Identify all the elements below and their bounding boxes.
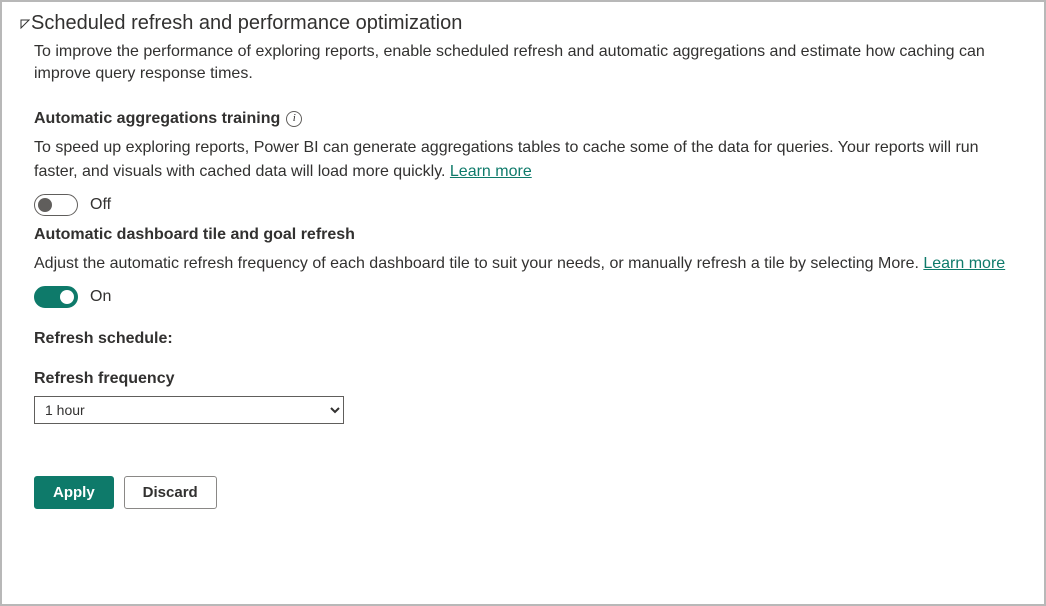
tile-refresh-title: Automatic dashboard tile and goal refres… <box>34 226 1026 244</box>
tile-refresh-toggle[interactable] <box>34 286 78 308</box>
tile-refresh-learn-more-link[interactable]: Learn more <box>923 255 1005 272</box>
refresh-frequency-label: Refresh frequency <box>34 370 1026 388</box>
discard-button[interactable]: Discard <box>124 476 217 509</box>
aggregations-toggle[interactable] <box>34 194 78 216</box>
refresh-schedule-label: Refresh schedule: <box>34 330 1026 348</box>
aggregations-description: To speed up exploring reports, Power BI … <box>34 136 1026 184</box>
tile-refresh-description: Adjust the automatic refresh frequency o… <box>34 252 1026 276</box>
info-icon[interactable]: i <box>286 111 302 127</box>
section-title: Scheduled refresh and performance optimi… <box>31 12 462 35</box>
refresh-frequency-select[interactable]: 1 hour <box>34 396 344 424</box>
aggregations-learn-more-link[interactable]: Learn more <box>450 163 532 180</box>
tile-refresh-description-text: Adjust the automatic refresh frequency o… <box>34 255 923 272</box>
aggregations-title: Automatic aggregations training <box>34 110 280 128</box>
expand-caret-icon <box>20 19 30 29</box>
aggregations-toggle-label: Off <box>90 196 111 214</box>
apply-button[interactable]: Apply <box>34 476 114 509</box>
tile-refresh-toggle-label: On <box>90 288 111 306</box>
toggle-knob <box>38 198 52 212</box>
section-header[interactable]: Scheduled refresh and performance optimi… <box>20 12 1026 35</box>
toggle-knob <box>60 290 74 304</box>
section-description: To improve the performance of exploring … <box>34 41 1026 86</box>
